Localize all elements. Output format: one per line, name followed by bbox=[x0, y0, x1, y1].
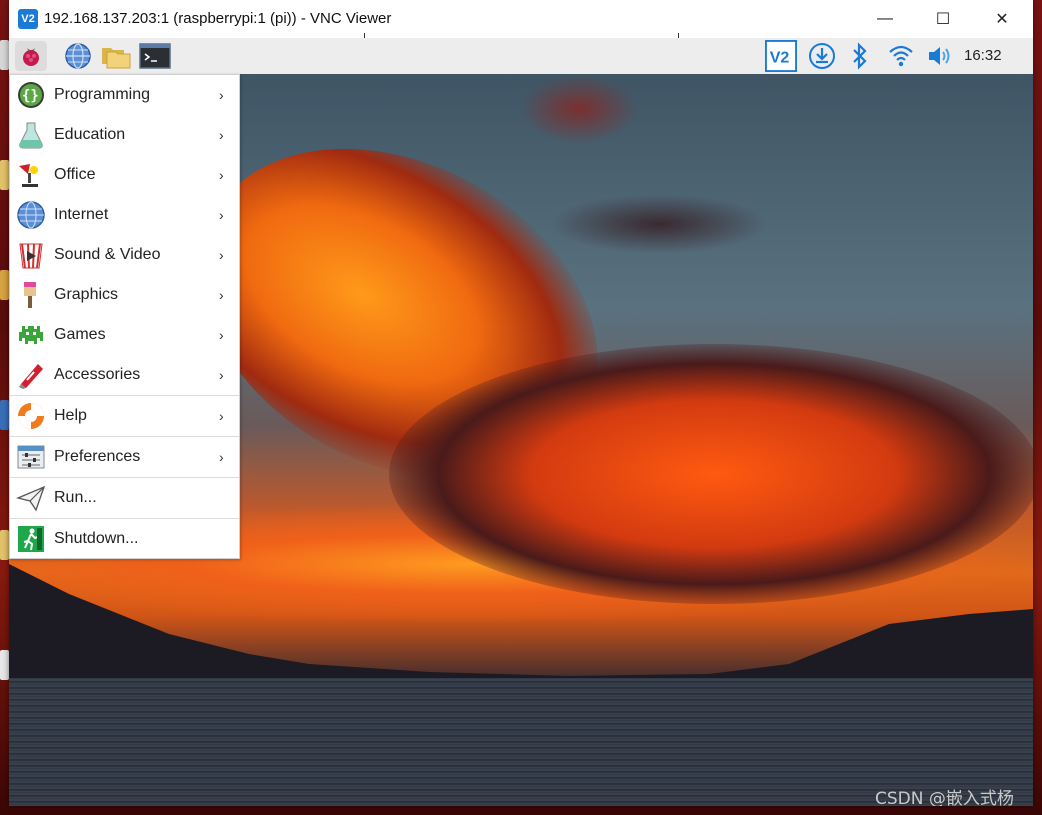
applications-menu: {} Programming › Education › Office › Internet ›… bbox=[9, 74, 240, 559]
menu-item-shutdown[interactable]: Shutdown... bbox=[10, 519, 239, 559]
download-icon bbox=[809, 43, 835, 69]
minimize-icon: — bbox=[877, 10, 893, 27]
raspberry-icon bbox=[23, 48, 39, 66]
chevron-right-icon: › bbox=[219, 167, 224, 183]
wallpaper-mountains bbox=[9, 564, 1033, 684]
preferences-icon bbox=[16, 442, 46, 472]
file-manager-button[interactable] bbox=[100, 41, 132, 71]
menu-item-accessories[interactable]: Accessories › bbox=[10, 355, 239, 395]
menu-item-office[interactable]: Office › bbox=[10, 155, 239, 195]
menu-item-help[interactable]: Help › bbox=[10, 396, 239, 436]
host-desktop-icon[interactable] bbox=[0, 40, 9, 70]
svg-text:{}: {} bbox=[22, 88, 39, 104]
host-desktop-icon[interactable] bbox=[0, 400, 9, 430]
menu-separator bbox=[10, 518, 239, 519]
programming-icon: {} bbox=[16, 80, 46, 110]
vnc-viewer-window: V2 192.168.137.203:1 (raspberrypi:1 (pi)… bbox=[9, 0, 1033, 806]
watermark: CSDN @嵌入式杨 bbox=[875, 789, 1014, 806]
clock[interactable]: 16:32 bbox=[964, 47, 1002, 64]
volume-tray-button[interactable] bbox=[925, 40, 957, 72]
menu-item-label: Education bbox=[54, 126, 126, 143]
chevron-right-icon: › bbox=[219, 87, 224, 103]
menu-item-label: Preferences bbox=[54, 448, 141, 465]
menu-item-label: Programming bbox=[54, 86, 151, 103]
menu-item-label: Office bbox=[54, 166, 96, 183]
office-icon bbox=[16, 160, 46, 190]
close-icon: ✕ bbox=[995, 11, 1009, 28]
menu-item-games[interactable]: Games › bbox=[10, 315, 239, 355]
chevron-right-icon: › bbox=[219, 327, 224, 343]
education-icon bbox=[16, 120, 46, 150]
bluetooth-icon bbox=[853, 42, 867, 70]
web-browser-button[interactable] bbox=[62, 41, 94, 71]
vnc-server-tray-button[interactable]: V2 bbox=[765, 40, 797, 72]
maximize-icon: ☐ bbox=[935, 11, 951, 28]
chevron-right-icon: › bbox=[219, 367, 224, 383]
menu-item-run[interactable]: Run... bbox=[10, 478, 239, 518]
volume-icon bbox=[929, 47, 950, 65]
menu-item-label: Sound & Video bbox=[54, 246, 161, 263]
chevron-right-icon: › bbox=[219, 287, 224, 303]
menu-item-internet[interactable]: Internet › bbox=[10, 195, 239, 235]
menu-item-label: Graphics bbox=[54, 286, 119, 303]
menu-separator bbox=[10, 436, 239, 437]
chevron-right-icon: › bbox=[219, 449, 224, 465]
host-desktop-icon[interactable] bbox=[0, 650, 9, 680]
wifi-icon bbox=[889, 45, 913, 67]
menu-separator bbox=[10, 395, 239, 396]
wallpaper-cloud bbox=[549, 194, 769, 254]
close-button[interactable]: ✕ bbox=[979, 4, 1025, 34]
host-desktop-icon[interactable] bbox=[0, 270, 9, 300]
sound-video-icon bbox=[16, 240, 46, 270]
vnc-app-icon: V2 bbox=[18, 9, 38, 29]
menu-item-label: Shutdown... bbox=[54, 530, 139, 547]
svg-text:V2: V2 bbox=[770, 50, 790, 67]
wifi-tray-button[interactable] bbox=[885, 40, 917, 72]
window-title: 192.168.137.203:1 (raspberrypi:1 (pi)) -… bbox=[44, 10, 392, 27]
file-manager-icon bbox=[102, 48, 131, 69]
web-browser-icon bbox=[65, 43, 91, 69]
minimize-button[interactable]: — bbox=[862, 4, 908, 34]
graphics-icon bbox=[16, 280, 46, 310]
terminal-button[interactable] bbox=[139, 41, 171, 71]
bluetooth-tray-button[interactable] bbox=[844, 40, 876, 72]
menu-item-label: Help bbox=[54, 407, 87, 424]
menu-item-label: Accessories bbox=[54, 366, 141, 383]
pi-taskbar: V2 16:32 bbox=[9, 38, 1033, 74]
chevron-right-icon: › bbox=[219, 207, 224, 223]
chevron-right-icon: › bbox=[219, 408, 224, 424]
games-icon bbox=[16, 320, 46, 350]
title-bar[interactable]: V2 192.168.137.203:1 (raspberrypi:1 (pi)… bbox=[9, 0, 1033, 42]
help-icon bbox=[16, 401, 46, 431]
run-icon bbox=[15, 483, 46, 513]
chevron-right-icon: › bbox=[219, 247, 224, 263]
menu-item-label: Run... bbox=[54, 489, 97, 506]
menu-item-sound-video[interactable]: Sound & Video › bbox=[10, 235, 239, 275]
menu-separator bbox=[10, 477, 239, 478]
accessories-icon bbox=[16, 360, 46, 390]
terminal-icon bbox=[139, 43, 171, 69]
menu-item-label: Games bbox=[54, 326, 106, 343]
wallpaper-cloud bbox=[519, 74, 639, 144]
menu-item-preferences[interactable]: Preferences › bbox=[10, 437, 239, 477]
menu-item-label: Internet bbox=[54, 206, 109, 223]
updater-tray-button[interactable] bbox=[806, 40, 838, 72]
chevron-right-icon: › bbox=[219, 127, 224, 143]
shutdown-icon bbox=[16, 524, 46, 554]
menu-item-education[interactable]: Education › bbox=[10, 115, 239, 155]
menu-item-graphics[interactable]: Graphics › bbox=[10, 275, 239, 315]
vnc-icon: V2 bbox=[765, 40, 797, 72]
menu-item-programming[interactable]: {} Programming › bbox=[10, 75, 239, 115]
applications-menu-button[interactable] bbox=[15, 41, 47, 71]
host-desktop-icon[interactable] bbox=[0, 530, 9, 560]
internet-icon bbox=[16, 200, 46, 230]
maximize-button[interactable]: ☐ bbox=[920, 4, 966, 34]
host-desktop-icon[interactable] bbox=[0, 160, 9, 190]
